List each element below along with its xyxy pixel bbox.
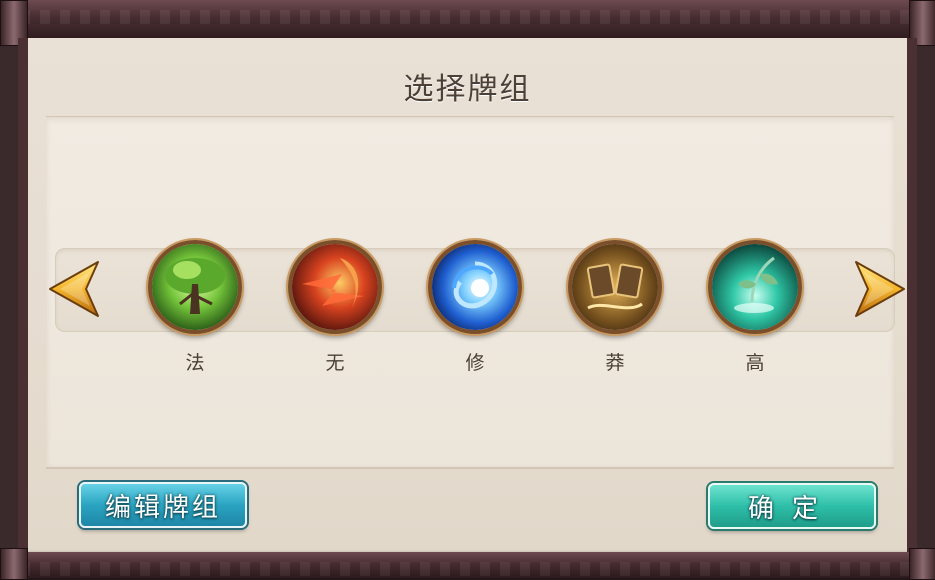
scroll-rod-end-left-bottom — [0, 548, 28, 580]
deck-option-wu[interactable] — [288, 240, 382, 334]
scroll-bottom-rod — [0, 552, 935, 578]
deck-option-gao[interactable] — [708, 240, 802, 334]
deck-label-mang: 莽 — [605, 352, 625, 374]
flame-icon — [292, 244, 378, 330]
deck-label-xiu: 修 — [465, 352, 485, 374]
tree-icon — [152, 244, 238, 330]
deck-option-xiu[interactable] — [428, 240, 522, 334]
prev-deck-button[interactable] — [46, 258, 102, 320]
scroll-top-rod — [0, 0, 935, 40]
right-arrow-icon — [855, 261, 905, 317]
confirm-button[interactable]: 确定 — [708, 483, 876, 529]
deck-label-fa: 法 — [185, 352, 205, 374]
vortex-icon — [432, 244, 518, 330]
scroll-rod-end-right-bottom — [909, 548, 935, 580]
deck-label-wu: 无 — [325, 352, 345, 374]
deck-label-gao: 高 — [745, 352, 765, 374]
dialog-title: 选择牌组 — [403, 72, 532, 107]
confirm-button-label: 确定 — [747, 493, 836, 524]
deck-option-fa[interactable] — [148, 240, 242, 334]
leaf-icon — [712, 244, 798, 330]
edit-deck-button-label: 编辑牌组 — [104, 492, 221, 523]
next-deck-button[interactable] — [852, 258, 908, 320]
cards-icon — [572, 244, 658, 330]
edit-deck-button[interactable]: 编辑牌组 — [79, 482, 247, 528]
left-arrow-icon — [49, 261, 99, 317]
deck-option-mang[interactable] — [568, 240, 662, 334]
